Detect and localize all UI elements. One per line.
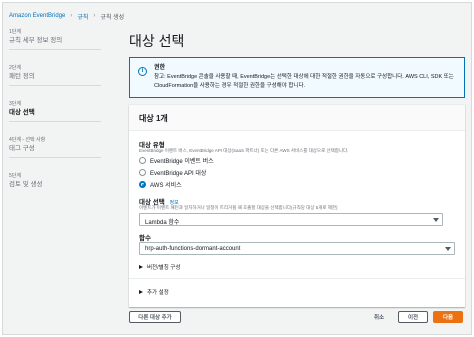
cancel-button[interactable]: 취소 (368, 311, 390, 323)
target-type-description: EventBridge 이벤트 버스, EventBridge API 대상(S… (139, 148, 349, 153)
info-icon: i (138, 67, 147, 76)
radio-label: EventBridge API 대상 (150, 171, 207, 177)
chevron-right-icon: › (93, 13, 96, 19)
function-label: 함수 (139, 235, 151, 242)
next-button[interactable]: 다음 (433, 311, 463, 323)
info-title: 권한 (154, 65, 166, 71)
step-2: 2단계 패턴 정의 (9, 65, 109, 86)
target-panel: 대상 1개 대상 유형 EventBridge 이벤트 버스, EventBri… (129, 105, 465, 307)
caret-down-icon (433, 218, 439, 222)
panel-title: 대상 1개 (129, 105, 465, 131)
console-frame: Amazon EventBridge › 규칙 › 규칙 생성 1단계 규칙 세… (2, 2, 472, 335)
wizard-steps: 1단계 규칙 세부 정보 정의 2단계 패턴 정의 3단계 대상 선택 4단계 … (9, 29, 109, 204)
additional-settings-label: 추가 설정 (147, 290, 169, 296)
version-alias-expander[interactable]: 버전/별칭 구성 (139, 263, 180, 271)
step-divider (9, 85, 101, 86)
radio-circle[interactable] (139, 169, 146, 176)
step-number: 4단계 - 선택 사항 (9, 137, 46, 143)
info-body: 참고: EventBridge 콘솔을 사용할 때, EventBridge는 … (154, 74, 454, 89)
step-4: 4단계 - 선택 사항 태그 구성 (9, 137, 109, 158)
breadcrumb-rules[interactable]: 규칙 (77, 12, 88, 21)
caret-right-icon (139, 265, 143, 269)
step-number: 2단계 (9, 65, 21, 71)
function-select[interactable]: hrp-auth-functions-dormant-account (139, 242, 455, 255)
version-alias-label: 버전/별칭 구성 (147, 265, 181, 271)
radio-label: EventBridge 이벤트 버스 (150, 159, 214, 165)
step-5: 5단계 검토 및 생성 (9, 173, 109, 189)
info-alert: i 권한 참고: EventBridge 콘솔을 사용할 때, EventBri… (129, 57, 465, 98)
step-number: 1단계 (9, 29, 21, 35)
breadcrumb: Amazon EventBridge › 규칙 › 규칙 생성 (9, 11, 124, 21)
radio-aws-service[interactable]: AWS 서비스 (139, 180, 182, 189)
select-target-description: 이벤트가 이벤트 패턴과 일치하거나 일정이 트리거될 때 호출할 대상을 선택… (139, 205, 338, 210)
page-title: 대상 선택 (129, 33, 185, 49)
radio-circle[interactable] (139, 181, 146, 188)
function-select-value: hrp-auth-functions-dormant-account (145, 246, 241, 252)
step-divider (9, 49, 101, 50)
step-number: 3단계 (9, 101, 21, 107)
step-1: 1단계 규칙 세부 정보 정의 (9, 29, 109, 50)
target-select[interactable]: Lambda 함수 (139, 213, 443, 226)
step-name: 검토 및 생성 (9, 181, 43, 188)
section-divider (129, 278, 465, 279)
step-name: 패턴 정의 (9, 73, 35, 80)
step-divider (9, 121, 101, 122)
breadcrumb-create-rule: 규칙 생성 (100, 14, 125, 21)
additional-settings-expander[interactable]: 추가 설정 (139, 288, 169, 296)
step-name: 규칙 세부 정보 정의 (9, 37, 63, 44)
radio-api-destination[interactable]: EventBridge API 대상 (139, 168, 206, 177)
caret-down-icon (445, 247, 451, 251)
caret-right-icon (139, 290, 143, 294)
breadcrumb-eventbridge[interactable]: Amazon EventBridge (9, 13, 65, 19)
radio-circle[interactable] (139, 157, 146, 164)
previous-button[interactable]: 이전 (398, 311, 428, 323)
add-target-button[interactable]: 다른 대상 추가 (129, 311, 181, 323)
step-name: 대상 선택 (9, 109, 35, 116)
target-select-value: Lambda 함수 (145, 220, 180, 226)
chevron-right-icon: › (70, 13, 73, 19)
step-number: 5단계 (9, 173, 21, 179)
radio-event-bus[interactable]: EventBridge 이벤트 버스 (139, 156, 214, 165)
step-name: 태그 구성 (9, 145, 35, 152)
radio-label: AWS 서비스 (150, 183, 182, 189)
step-divider (9, 157, 101, 158)
step-3: 3단계 대상 선택 (9, 101, 109, 122)
